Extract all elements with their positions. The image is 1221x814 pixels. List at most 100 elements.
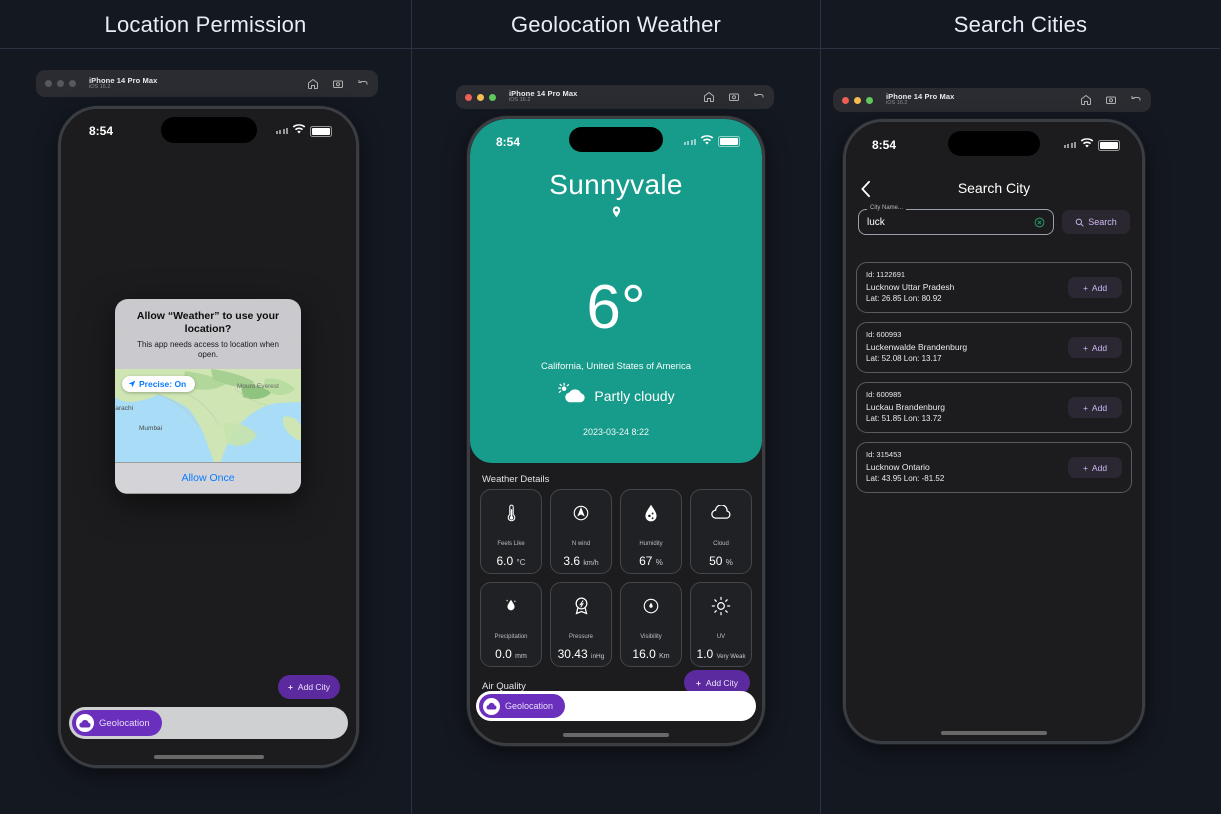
simulator-toolbar-1[interactable]: iPhone 14 Pro Max iOS 16.2 <box>36 70 378 97</box>
maximize-dot[interactable] <box>866 96 873 104</box>
home-icon[interactable] <box>307 78 319 90</box>
allow-once-button[interactable]: Allow Once <box>115 462 301 494</box>
card-value: 67 % <box>639 554 663 568</box>
dynamic-island <box>569 127 663 152</box>
add-result-button[interactable]: + Add <box>1068 337 1122 358</box>
card-value: 50 % <box>709 554 733 568</box>
weather-card[interactable]: Feels Like 6.0 °C <box>480 489 542 574</box>
search-input[interactable]: City Name... luck <box>858 205 1054 235</box>
home-icon[interactable] <box>703 91 715 103</box>
simulator-actions-2[interactable] <box>703 91 765 103</box>
card-label: Humidity <box>639 541 663 547</box>
phone-frame-1: 8:54 + Add City Geolocation Allow “Weath… <box>58 106 359 768</box>
panel-1-divider <box>0 48 411 49</box>
rotate-icon[interactable] <box>1130 94 1142 106</box>
add-result-button[interactable]: + Add <box>1068 397 1122 418</box>
thermometer-icon <box>507 501 516 525</box>
card-label: Precipitation <box>494 634 528 640</box>
search-button[interactable]: Search <box>1062 210 1130 234</box>
device-os: iOS 16.2 <box>509 97 531 104</box>
device-os: iOS 16.2 <box>886 100 908 107</box>
home-icon[interactable] <box>1080 94 1092 106</box>
panel-3-title: Search Cities <box>953 12 1088 37</box>
bottom-tabbar-2[interactable]: Geolocation <box>476 691 756 721</box>
search-result-row[interactable]: Id: 1122691 Lucknow Uttar Pradesh Lat: 2… <box>856 262 1132 313</box>
minimize-dot[interactable] <box>57 80 64 87</box>
precipitation-icon <box>504 594 518 618</box>
card-label: Visibility <box>640 634 662 640</box>
home-indicator-1 <box>153 755 264 759</box>
weather-card[interactable]: N wind 3.6 km/h <box>550 489 612 574</box>
map-label-mumbai: Mumbai <box>139 425 163 433</box>
wifi-icon <box>292 124 306 138</box>
screenshot-icon[interactable] <box>332 78 344 90</box>
result-text: Id: 600993 Luckenwalde Brandenburg Lat: … <box>866 330 967 364</box>
search-results-list: Id: 1122691 Lucknow Uttar Pradesh Lat: 2… <box>856 262 1132 493</box>
battery-icon <box>718 136 740 147</box>
add-result-button[interactable]: + Add <box>1068 277 1122 298</box>
minimize-dot[interactable] <box>854 96 861 104</box>
status-bar-2: 8:54 <box>470 119 762 153</box>
window-controls-1[interactable] <box>45 80 76 87</box>
battery-icon <box>1098 139 1120 151</box>
plus-icon: + <box>1082 402 1088 413</box>
screenshot-icon[interactable] <box>728 91 740 103</box>
location-pin-icon <box>470 205 762 223</box>
result-name: Luckau Brandenburg <box>866 402 945 413</box>
maximize-dot[interactable] <box>489 93 496 101</box>
cloud-icon <box>710 501 732 525</box>
weather-card[interactable]: Visibility 16.0 Km <box>620 582 682 667</box>
window-controls-2[interactable] <box>465 93 496 101</box>
search-result-row[interactable]: Id: 600993 Luckenwalde Brandenburg Lat: … <box>856 322 1132 373</box>
weather-details-grid: Feels Like 6.0 °C N wind 3.6 km/h Humidi… <box>480 489 752 667</box>
add-city-fab-1[interactable]: + Add City <box>278 675 340 699</box>
clear-circle-icon[interactable] <box>1034 217 1045 228</box>
bottom-tabbar-1[interactable]: Geolocation <box>69 707 348 739</box>
search-result-row[interactable]: Id: 600985 Luckau Brandenburg Lat: 51.85… <box>856 382 1132 433</box>
weather-card[interactable]: Cloud 50 % <box>690 489 752 574</box>
simulator-toolbar-2[interactable]: iPhone 14 Pro Max iOS 16.2 <box>456 85 774 109</box>
close-dot[interactable] <box>45 80 52 87</box>
weather-card[interactable]: Pressure 30.43 inHg <box>550 582 612 667</box>
simulator-actions-1[interactable] <box>307 78 369 90</box>
result-coords: Lat: 43.95 Lon: -81.52 <box>866 474 945 484</box>
simulator-toolbar-3[interactable]: iPhone 14 Pro Max iOS 16.2 <box>833 88 1151 112</box>
weather-card[interactable]: Humidity 67 % <box>620 489 682 574</box>
card-value: 1.0 Very Weak <box>696 647 746 661</box>
minimize-dot[interactable] <box>477 93 484 101</box>
add-result-button[interactable]: + Add <box>1068 457 1122 478</box>
close-dot[interactable] <box>842 96 849 104</box>
allow-once-label: Allow Once <box>181 472 235 485</box>
allow-while-using-button[interactable]: Allow While Using App <box>115 493 301 494</box>
screenshot-icon[interactable] <box>1105 94 1117 106</box>
plus-icon: + <box>287 682 293 692</box>
wifi-icon <box>700 134 714 149</box>
card-value: 3.6 km/h <box>563 554 599 568</box>
simulator-actions-3[interactable] <box>1080 94 1142 106</box>
dynamic-island <box>948 131 1040 156</box>
device-name-block-1: iPhone 14 Pro Max iOS 16.2 <box>89 76 157 91</box>
window-controls-3[interactable] <box>842 96 873 104</box>
close-dot[interactable] <box>465 93 472 101</box>
geolocation-tab-1[interactable]: Geolocation <box>72 710 162 736</box>
result-name: Lucknow Ontario <box>866 462 930 473</box>
plus-icon: + <box>1082 342 1088 353</box>
rotate-icon[interactable] <box>753 91 765 103</box>
maximize-dot[interactable] <box>69 80 76 87</box>
permission-map[interactable]: Precise: On Karachi Mumbai Mount Everest <box>115 369 301 463</box>
map-label-mount-everest: Mount Everest <box>237 383 279 391</box>
panel-1-title: Location Permission <box>104 12 307 37</box>
search-result-row[interactable]: Id: 315453 Lucknow Ontario Lat: 43.95 Lo… <box>856 442 1132 493</box>
add-city-label: Add City <box>705 677 739 688</box>
weather-card[interactable]: Precipitation 0.0 mm <box>480 582 542 667</box>
card-value: 0.0 mm <box>495 647 527 661</box>
rotate-icon[interactable] <box>357 78 369 90</box>
status-indicators-2 <box>683 134 740 149</box>
search-icon <box>1075 218 1084 227</box>
precise-location-pill[interactable]: Precise: On <box>122 376 196 393</box>
geolocation-tab-2[interactable]: Geolocation <box>479 694 566 718</box>
pressure-icon <box>573 594 590 618</box>
phone-screen-1: 8:54 + Add City Geolocation Allow “Weath… <box>61 109 356 765</box>
weather-card[interactable]: UV 1.0 Very Weak <box>690 582 752 667</box>
visibility-icon <box>642 594 660 618</box>
